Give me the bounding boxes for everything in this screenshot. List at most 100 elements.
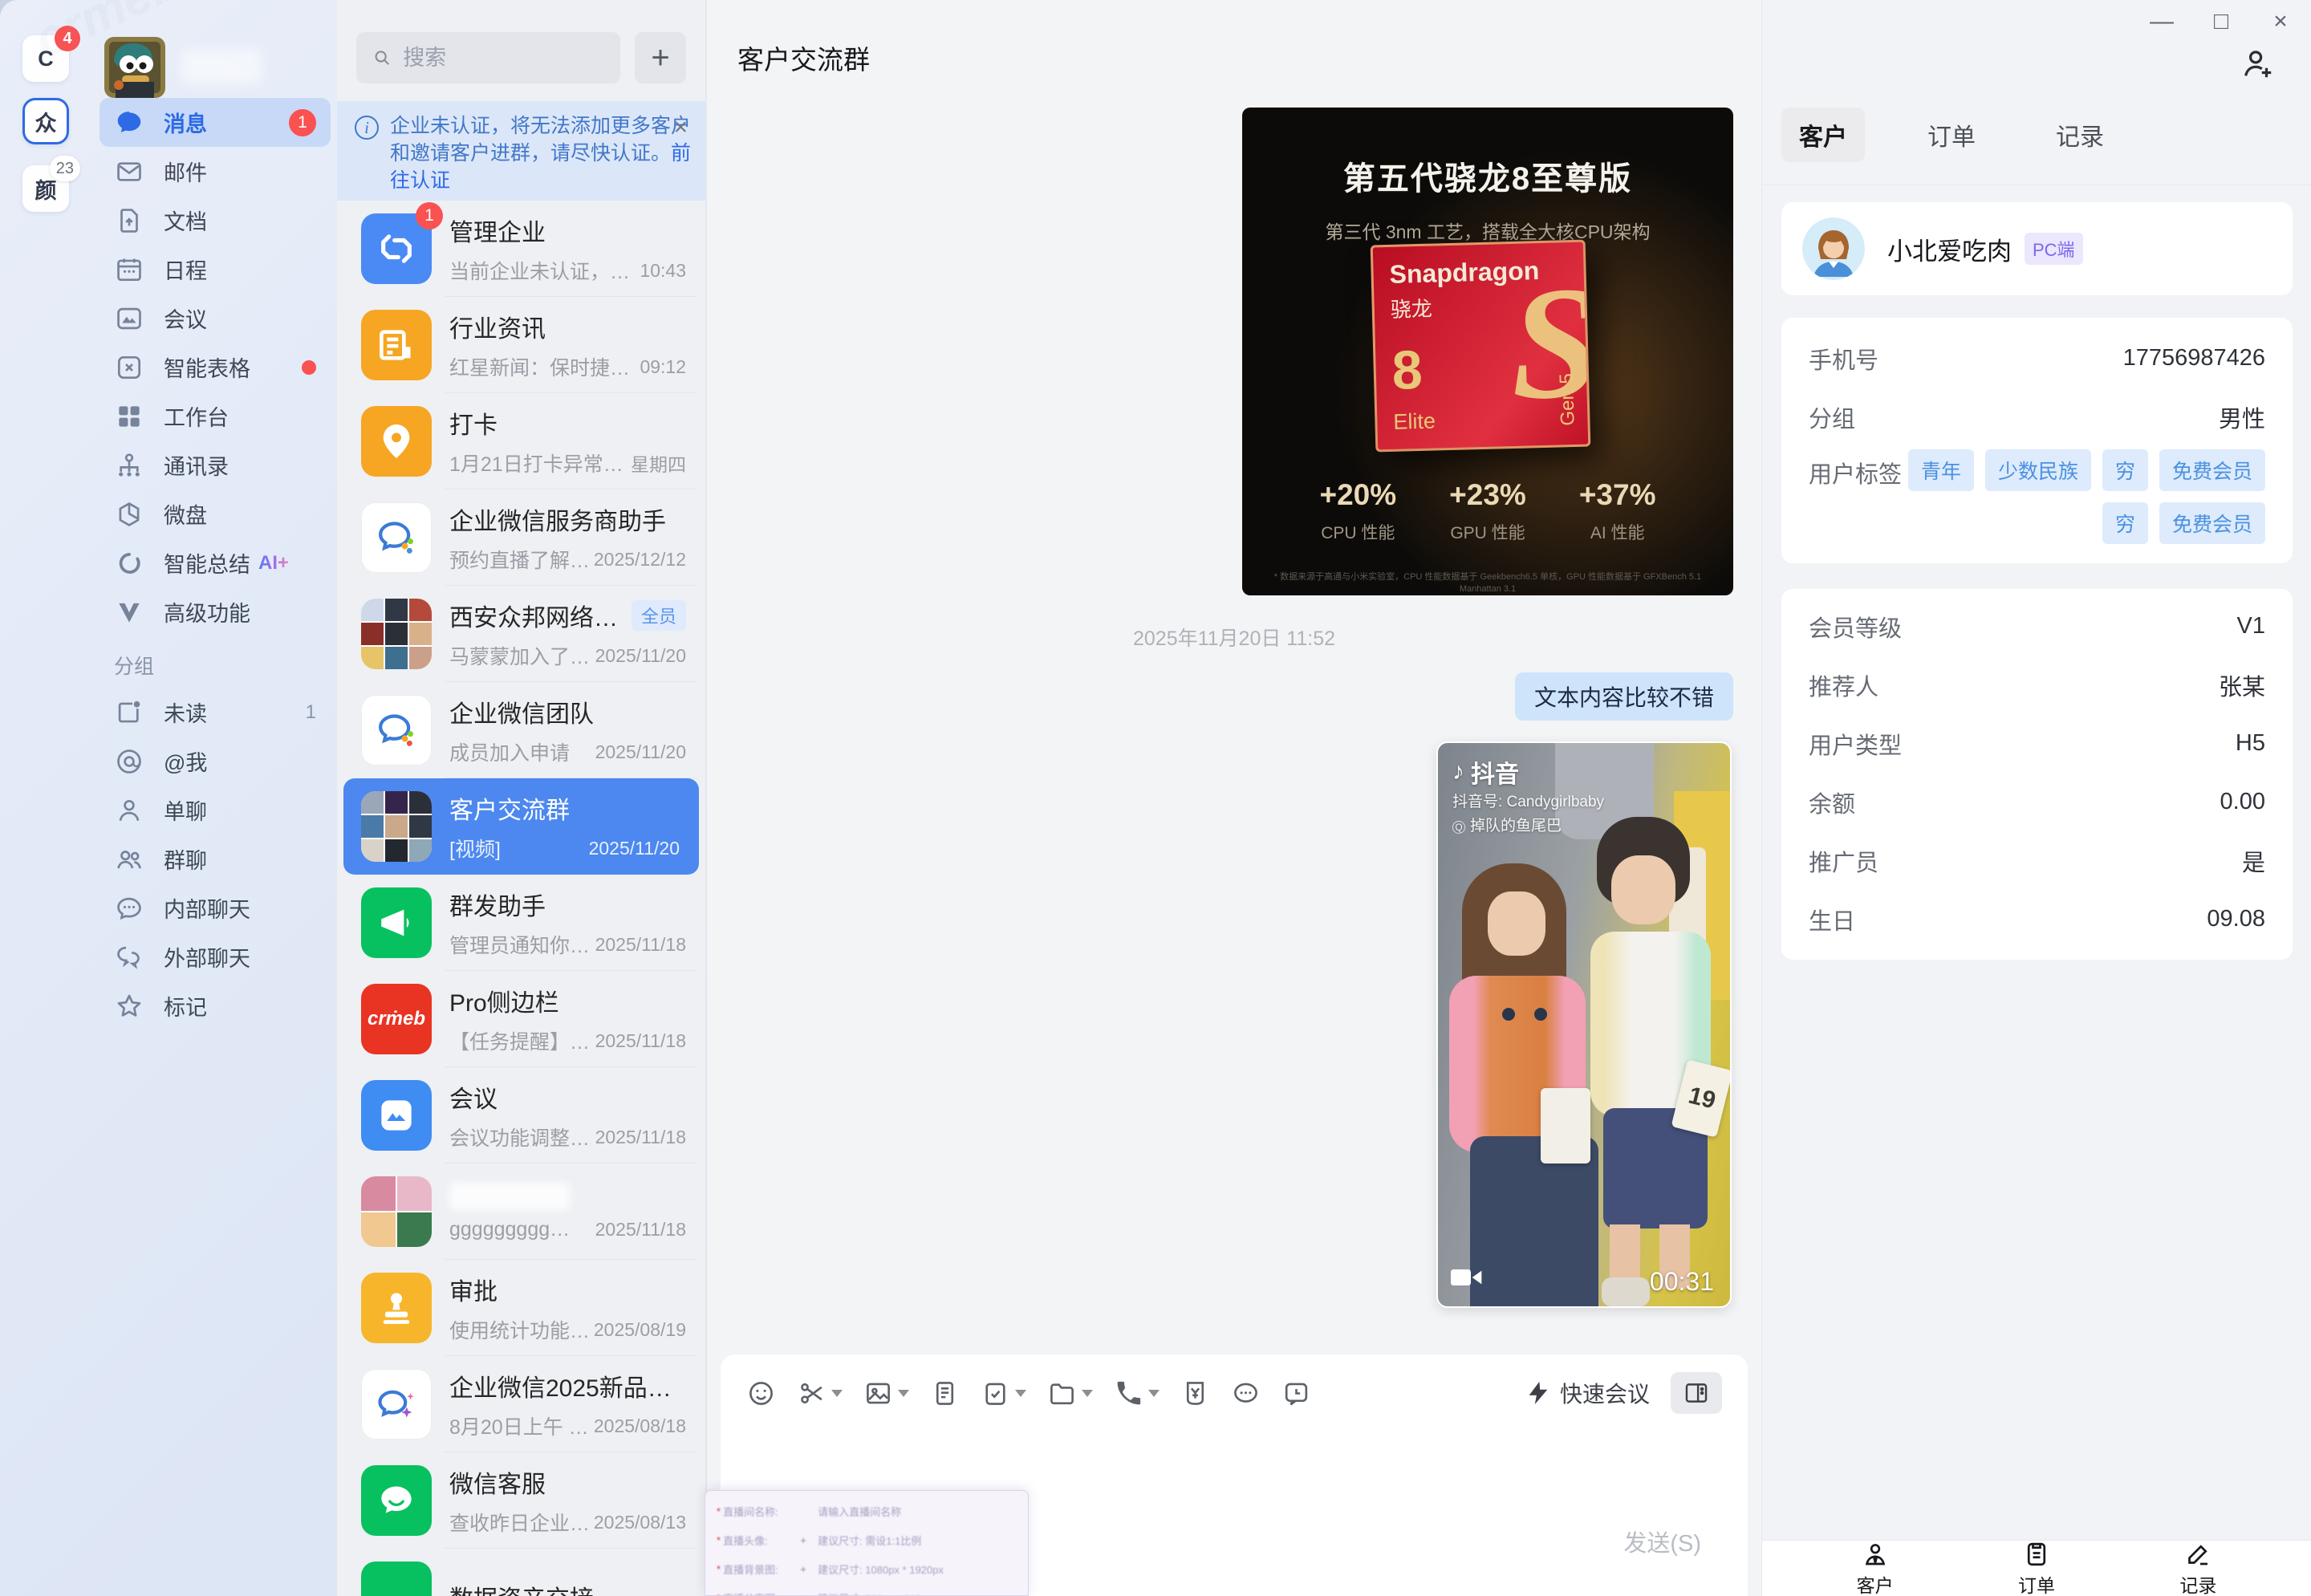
chat-avatar-wecom-launch <box>361 1369 432 1440</box>
sidebar-item-at-me[interactable]: @我 <box>100 737 331 786</box>
close-button[interactable]: × <box>2264 8 2297 35</box>
list-item[interactable]: crṁeb Pro侧边栏 【任务提醒】… 2025/11/18 <box>337 971 705 1067</box>
video-message[interactable]: 19 ♪ 抖音 抖音号: Candygirlbaby Q 掉队的鱼尾巴 00:31 <box>1436 741 1732 1308</box>
chevron-down-icon[interactable] <box>831 1389 843 1397</box>
all-staff-tag: 全员 <box>631 600 686 631</box>
sidebar-item-smart-table[interactable]: 智能表格 <box>100 343 331 392</box>
user-tag[interactable]: 青年 <box>1907 449 1974 491</box>
list-item[interactable]: 会议 会议功能调整… 2025/11/18 <box>337 1067 705 1163</box>
bottom-tab-records[interactable]: 记录 <box>2179 1540 2216 1596</box>
sidebar-item-external-chat[interactable]: 外部聊天 <box>100 932 331 981</box>
user-avatar[interactable] <box>104 37 165 98</box>
tab-records[interactable]: 记录 <box>2038 108 2122 162</box>
minimize-button[interactable]: — <box>2146 8 2178 35</box>
field-label: 用户类型 <box>1809 733 1903 759</box>
more-icon[interactable] <box>1231 1379 1261 1408</box>
search-input[interactable] <box>403 45 604 71</box>
user-tag[interactable]: 免费会员 <box>2159 449 2265 491</box>
banner-close-icon[interactable]: × <box>673 114 688 141</box>
sidebar-item-drive[interactable]: 微盘 <box>100 489 331 538</box>
search-input-wrap[interactable] <box>356 32 620 83</box>
customer-name: 小北爱吃肉 <box>1887 237 2012 266</box>
chat-preview: 会议功能调整… <box>449 1127 591 1150</box>
outgoing-text-message[interactable]: 文本内容比较不错 <box>1514 672 1733 721</box>
sidebar-item-messages[interactable]: 消息 1 <box>100 98 331 147</box>
list-item[interactable]: 微信客服 查收昨日企业… 2025/08/13 <box>337 1452 705 1549</box>
quick-meeting-button[interactable]: 快速会议 <box>1525 1377 1650 1409</box>
chat-time: 09:12 <box>640 355 686 377</box>
chevron-down-icon[interactable] <box>1082 1389 1093 1397</box>
list-item[interactable]: 企业微信团队 成员加入申请 2025/11/20 <box>337 682 705 778</box>
sidebar-item-docs[interactable]: 文档 <box>100 196 331 245</box>
image-icon[interactable] <box>863 1379 909 1408</box>
maximize-button[interactable]: □ <box>2205 8 2237 35</box>
sidebar-item-group-chat[interactable]: 群聊 <box>100 835 331 883</box>
chat-preview: 管理员通知你… <box>449 935 591 957</box>
list-item-selected[interactable]: 客户交流群 [视频] 2025/11/20 <box>343 778 699 875</box>
list-item[interactable]: 企业微信2025新品发布 8月20日上午 … 2025/08/18 <box>337 1356 705 1452</box>
todo-icon[interactable] <box>981 1379 1026 1408</box>
emoji-icon[interactable] <box>746 1379 776 1408</box>
sidebar-item-internal-chat[interactable]: 内部聊天 <box>100 883 331 932</box>
chat-avatar-manage-company: 1 <box>361 202 443 284</box>
user-tag[interactable]: 穷 <box>2102 449 2148 491</box>
panel-toggle-button[interactable] <box>1671 1372 1722 1414</box>
chevron-down-icon[interactable] <box>898 1389 909 1397</box>
chat-history-icon[interactable] <box>1281 1379 1311 1408</box>
list-item[interactable]: 审批 使用统计功能… 2025/08/19 <box>337 1260 705 1356</box>
sidebar-item-direct-chat[interactable]: 单聊 <box>100 786 331 835</box>
live-settings-popup[interactable]: * 直播间名称: 请输入直播间名称 * 直播头像: + 建议尺寸: 需设1:1比例 * 直播… <box>705 1490 1029 1596</box>
list-item[interactable]: 1 管理企业 当前企业未认证，… 10:43 <box>337 201 705 297</box>
sidebar-item-ai-summary[interactable]: 智能总结 AI+ <box>100 538 331 587</box>
sidebar-item-advanced[interactable]: 高级功能 <box>100 587 331 636</box>
chevron-down-icon[interactable] <box>1148 1389 1160 1397</box>
sidebar-item-unread[interactable]: 未读 1 <box>100 688 331 737</box>
app-tile-zhong-selected[interactable]: 众 <box>22 98 69 144</box>
sidebar-item-starred[interactable]: 标记 <box>100 981 331 1030</box>
app-tile-yan[interactable]: 颜 23 <box>22 156 80 212</box>
send-button[interactable]: 发送(S) <box>1623 1525 1701 1558</box>
phone-icon[interactable] <box>1114 1379 1160 1408</box>
user-tags: 青年 少数民族 穷 免费会员 穷 免费会员 <box>1907 449 2265 544</box>
folder-icon[interactable] <box>1047 1379 1093 1408</box>
sidebar-item-mail[interactable]: 邮件 <box>100 147 331 196</box>
sidebar-item-contacts[interactable]: 通讯录 <box>100 441 331 489</box>
list-item[interactable]: 打卡 1月21日打卡异常… 星期四 <box>337 393 705 489</box>
sidebar-item-label: 高级功能 <box>164 602 250 626</box>
user-tag[interactable]: 少数民族 <box>1984 449 2091 491</box>
chat-title: 客户交流群 <box>449 798 570 824</box>
list-item[interactable]: ggggggggg… 2025/11/18 <box>337 1163 705 1260</box>
unread-badge: 1 <box>416 202 443 229</box>
user-tag[interactable]: 免费会员 <box>2159 502 2265 544</box>
chevron-down-icon[interactable] <box>1015 1389 1026 1397</box>
list-item[interactable]: 群发助手 管理员通知你… 2025/11/18 <box>337 875 705 971</box>
bottom-tab-customer[interactable]: 客户 <box>1857 1540 1894 1596</box>
list-item[interactable]: 西安众邦网络科… 全员 马蒙蒙加入了… 2025/11/20 <box>337 586 705 682</box>
sidebar-item-calendar[interactable]: 日程 <box>100 245 331 294</box>
list-item[interactable]: 行业资讯 红星新闻：保时捷… 09:12 <box>337 297 705 393</box>
chat-avatar-industry-news <box>361 310 432 380</box>
app-tile-c[interactable]: C 4 <box>22 26 80 82</box>
add-chat-button[interactable]: + <box>635 32 686 83</box>
user-tag[interactable]: 穷 <box>2102 502 2148 544</box>
image-subtitle: 第三代 3nm 工艺，搭载全大核CPU架构 <box>1325 221 1651 242</box>
red-packet-icon[interactable] <box>1180 1379 1210 1408</box>
field-value: V1 <box>2236 613 2265 639</box>
list-item[interactable]: 企业微信服务商助手 预约直播了解… 2025/12/12 <box>337 489 705 586</box>
snapdragon-chip: S Snapdragon 骁龙 8 Elite Gen 5 <box>1370 239 1591 453</box>
chat-main: 客户交流群 第五代骁龙8至尊版 第三代 3nm 工艺，搭载全大核CPU架构 S … <box>707 0 1761 1596</box>
tab-orders[interactable]: 订单 <box>1910 108 1993 162</box>
sidebar-item-label: 单聊 <box>164 800 207 824</box>
app-tile-label: C <box>38 46 54 71</box>
tab-customer[interactable]: 客户 <box>1781 108 1865 162</box>
sidebar-item-meeting[interactable]: 会议 <box>100 294 331 343</box>
image-message-snapdragon[interactable]: 第五代骁龙8至尊版 第三代 3nm 工艺，搭载全大核CPU架构 S Snapdr… <box>1242 108 1733 595</box>
bottom-tab-orders[interactable]: 订单 <box>2018 1540 2055 1596</box>
field-label: 用户标签 <box>1809 462 1903 488</box>
file-icon[interactable] <box>930 1379 960 1408</box>
list-item[interactable]: 数据资产交接 <box>337 1549 705 1596</box>
screenshot-icon[interactable] <box>797 1379 843 1408</box>
sidebar-item-workbench[interactable]: 工作台 <box>100 392 331 441</box>
person-icon <box>1865 1543 1885 1565</box>
add-member-icon[interactable] <box>2239 45 2276 86</box>
